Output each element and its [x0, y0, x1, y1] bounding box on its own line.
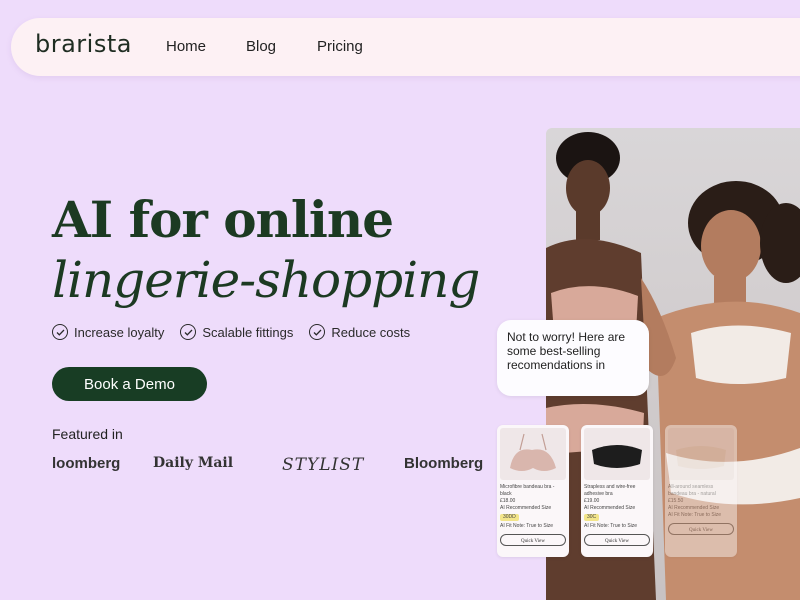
check-circle-icon: [52, 324, 68, 340]
recommended-size-label: AI Recommended Size: [584, 505, 636, 511]
fit-note: AI Fit Note: True to Size: [668, 512, 722, 518]
product-price: £15.50: [668, 498, 684, 504]
fit-note: AI Fit Note: True to Size: [500, 523, 554, 529]
press-logo-daily-mail: Daily Mail: [153, 455, 234, 471]
nav-link-blog[interactable]: Blog: [246, 38, 276, 55]
product-price: £19.00: [584, 498, 600, 504]
product-name: Strapless and wire-free adhesive bra: [584, 484, 636, 497]
product-card[interactable]: Microfibre bandeau bra - black £18.00 AI…: [497, 425, 569, 557]
hero-title-line2: lingerie-shopping: [52, 251, 480, 309]
book-demo-button[interactable]: Book a Demo: [52, 367, 207, 401]
recommended-size-label: AI Recommended Size: [668, 505, 720, 511]
feature-item: Reduce costs: [309, 324, 410, 340]
nav-link-pricing[interactable]: Pricing: [317, 38, 363, 55]
feature-item: Increase loyalty: [52, 324, 164, 340]
product-image: [668, 428, 734, 480]
press-logo-bloomberg-partial: loomberg: [52, 455, 121, 472]
product-price: £18.00: [500, 498, 516, 504]
hero-title: AI for online lingerie-shopping: [52, 190, 480, 310]
top-nav: brarista Home Blog Pricing: [11, 18, 800, 76]
brand-logo[interactable]: brarista: [35, 30, 132, 58]
product-name: Microfibre bandeau bra - black: [500, 484, 555, 497]
press-logo-stylist: STYLIST: [282, 455, 365, 475]
product-name: All-around seamless bandeau bra - natura…: [668, 484, 716, 497]
feature-label: Reduce costs: [331, 324, 411, 340]
product-image: [584, 428, 650, 480]
feature-label: Scalable fittings: [202, 324, 294, 340]
quick-view-button[interactable]: Quick View: [584, 534, 650, 546]
check-circle-icon: [309, 324, 326, 340]
nav-link-home[interactable]: Home: [166, 38, 206, 55]
product-card[interactable]: Strapless and wire-free adhesive bra £19…: [581, 425, 653, 557]
size-badge: 30C: [584, 514, 600, 521]
hero-title-line1: AI for online: [52, 190, 394, 249]
featured-in-label: Featured in: [52, 426, 123, 442]
chat-bubble: Not to worry! Here are some best-selling…: [497, 320, 649, 396]
feature-list: Increase loyalty Scalable fittings Reduc…: [52, 324, 410, 340]
press-logo-bloomberg: Bloomberg: [404, 455, 484, 472]
quick-view-button[interactable]: Quick View: [668, 523, 734, 535]
feature-label: Increase loyalty: [74, 324, 165, 340]
product-card[interactable]: All-around seamless bandeau bra - natura…: [665, 425, 737, 557]
check-circle-icon: [180, 324, 197, 340]
product-image: [500, 428, 566, 480]
fit-note: AI Fit Note: True to Size: [584, 523, 638, 529]
quick-view-button[interactable]: Quick View: [500, 534, 566, 546]
feature-item: Scalable fittings: [180, 324, 293, 340]
recommended-size-label: AI Recommended Size: [500, 505, 552, 511]
size-badge: 30DD: [500, 514, 519, 521]
